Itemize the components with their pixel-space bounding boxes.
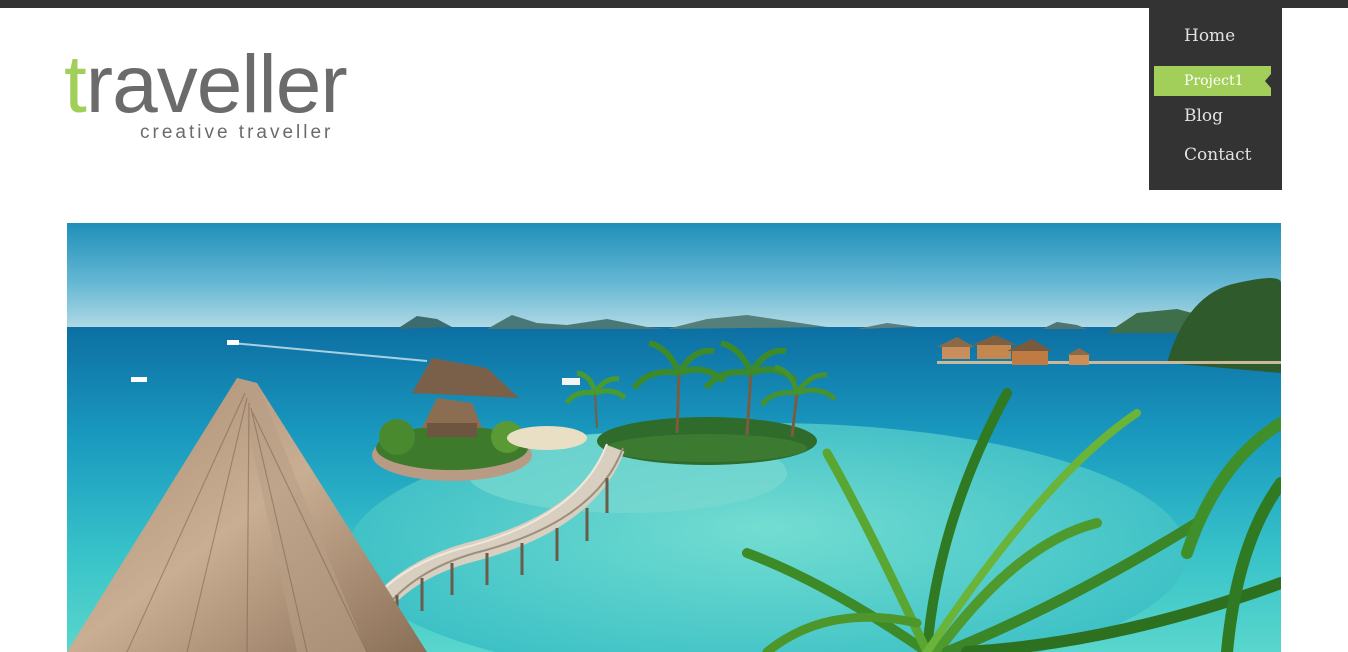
nav-item-home[interactable]: Home — [1154, 21, 1271, 51]
nav-item-contact[interactable]: Contact — [1154, 140, 1271, 170]
logo-wordmark: traveller — [64, 44, 348, 126]
top-bar — [0, 0, 1348, 8]
logo-rest: raveller — [85, 39, 348, 130]
hero-image — [67, 223, 1281, 652]
nav-item-project1[interactable]: Project1 — [1154, 66, 1271, 96]
nav-item-blog[interactable]: Blog — [1154, 101, 1271, 131]
hero-tropical-island-illustration — [67, 223, 1281, 652]
main-nav: Home Project1 Blog Contact — [1149, 8, 1282, 190]
site-logo[interactable]: traveller creative traveller — [64, 44, 374, 154]
logo-tagline: creative traveller — [140, 122, 334, 143]
logo-first-letter: t — [64, 39, 87, 130]
